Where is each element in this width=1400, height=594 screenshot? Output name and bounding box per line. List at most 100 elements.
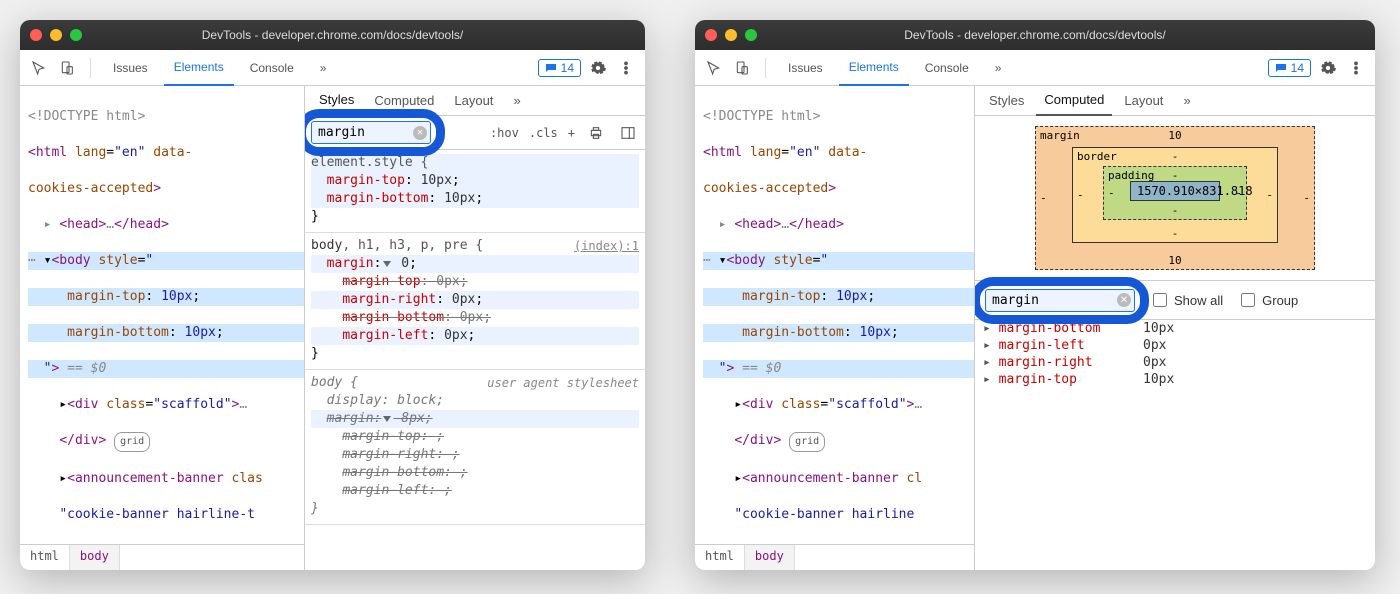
- devtools-window-styles: DevTools - developer.chrome.com/docs/dev…: [20, 20, 645, 570]
- dom-tree[interactable]: <!DOCTYPE html> <html lang="en" data- co…: [20, 86, 304, 544]
- issues-badge[interactable]: 14: [538, 59, 581, 77]
- breadcrumb-item[interactable]: html: [20, 545, 70, 570]
- kebab-icon[interactable]: [615, 57, 637, 79]
- label-padding: padding: [1108, 169, 1154, 182]
- dom-line[interactable]: ▸ <head>…</head>: [28, 216, 304, 234]
- subtab-styles[interactable]: Styles: [311, 86, 362, 116]
- tab-more[interactable]: »: [985, 50, 1012, 86]
- grid-badge[interactable]: grid: [789, 432, 825, 452]
- subtab-computed[interactable]: Computed: [366, 86, 442, 116]
- cls-toggle[interactable]: .cls: [529, 126, 558, 140]
- dom-line[interactable]: "cookie-banner hairline-t: [28, 506, 304, 524]
- rule-element-style[interactable]: element.style { margin-top: 10px; margin…: [305, 150, 645, 233]
- computed-row[interactable]: margin-top10px: [975, 371, 1375, 388]
- box-padding[interactable]: padding - - - - 1570.910×831.818: [1103, 166, 1247, 220]
- dom-line[interactable]: <html lang="en" data-: [28, 144, 304, 162]
- dom-line[interactable]: margin-bottom: 10px;: [28, 324, 304, 342]
- titlebar: DevTools - developer.chrome.com/docs/dev…: [695, 20, 1375, 50]
- dom-line[interactable]: "cookie-banner hairline: [703, 506, 974, 524]
- dom-line[interactable]: "> == $0: [703, 360, 974, 378]
- issues-badge[interactable]: 14: [1268, 59, 1311, 77]
- margin-bottom-value: 10: [1168, 254, 1181, 267]
- settings-icon[interactable]: [1317, 57, 1339, 79]
- dom-line[interactable]: margin-bottom: 10px;: [703, 324, 974, 342]
- prop-value: 0px: [1143, 355, 1166, 370]
- settings-icon[interactable]: [587, 57, 609, 79]
- dom-line[interactable]: ▸<announcement-banner cl: [703, 470, 974, 488]
- show-all-label: Show all: [1174, 293, 1223, 308]
- inspect-icon[interactable]: [703, 57, 725, 79]
- tab-issues[interactable]: Issues: [778, 50, 833, 86]
- breadcrumb-item[interactable]: body: [745, 545, 795, 570]
- tab-issues[interactable]: Issues: [103, 50, 158, 86]
- dom-line[interactable]: <!DOCTYPE html>: [28, 108, 304, 126]
- dom-line[interactable]: margin-top: 10px;: [28, 288, 304, 306]
- dom-line-selected[interactable]: ⋯ ▾<body style=": [28, 252, 304, 270]
- subtab-more[interactable]: »: [1175, 86, 1198, 116]
- chevron-down-icon[interactable]: [383, 261, 391, 267]
- computed-row[interactable]: margin-left0px: [975, 337, 1375, 354]
- group-label: Group: [1262, 293, 1298, 308]
- dom-line[interactable]: margin-top: 10px;: [703, 288, 974, 306]
- inspect-icon[interactable]: [28, 57, 50, 79]
- device-icon[interactable]: [731, 57, 753, 79]
- filter-input[interactable]: [985, 289, 1135, 312]
- hov-toggle[interactable]: :hov: [490, 126, 519, 140]
- box-border[interactable]: border - - - - padding - - - - 1570.910×…: [1072, 147, 1278, 243]
- dom-tree-pane: <!DOCTYPE html> <html lang="en" data- co…: [20, 86, 305, 570]
- dom-line[interactable]: ▸ <head>…</head>: [703, 216, 974, 234]
- tab-elements[interactable]: Elements: [164, 50, 234, 86]
- tab-console[interactable]: Console: [240, 50, 304, 86]
- computed-row[interactable]: margin-right0px: [975, 354, 1375, 371]
- dom-line[interactable]: cookies-accepted>: [28, 180, 304, 198]
- dom-line[interactable]: <html lang="en" data-: [703, 144, 974, 162]
- rule-ua-body[interactable]: user agent stylesheet body { display: bl…: [305, 370, 645, 525]
- selector-text: element.style {: [311, 154, 639, 172]
- dom-line[interactable]: ▸<div class="scaffold">…: [28, 396, 304, 414]
- dom-line[interactable]: "> == $0: [28, 360, 304, 378]
- dom-line-selected[interactable]: ⋯ ▾<body style=": [703, 252, 974, 270]
- styles-rules[interactable]: element.style { margin-top: 10px; margin…: [305, 150, 645, 570]
- show-all-checkbox[interactable]: Show all: [1149, 290, 1223, 310]
- sidebar-toggle-icon[interactable]: [617, 122, 639, 144]
- subtab-layout[interactable]: Layout: [1116, 86, 1171, 116]
- computed-row[interactable]: margin-bottom10px: [975, 320, 1375, 337]
- dom-line[interactable]: </div> grid: [703, 432, 974, 452]
- dom-line[interactable]: </div> grid: [28, 432, 304, 452]
- tab-console[interactable]: Console: [915, 50, 979, 86]
- breadcrumb[interactable]: html body: [695, 544, 974, 570]
- subtab-more[interactable]: »: [505, 86, 528, 116]
- kebab-icon[interactable]: [1345, 57, 1367, 79]
- box-content[interactable]: 1570.910×831.818: [1130, 181, 1220, 201]
- dom-line[interactable]: ▸<div class="scaffold">…: [703, 396, 974, 414]
- tab-elements[interactable]: Elements: [839, 50, 909, 86]
- computed-properties[interactable]: margin-bottom10px margin-left0px margin-…: [975, 320, 1375, 570]
- dom-line[interactable]: <!DOCTYPE html>: [703, 108, 974, 126]
- rule-source-link[interactable]: (index):1: [574, 237, 639, 255]
- subtab-styles[interactable]: Styles: [981, 86, 1032, 116]
- chevron-down-icon[interactable]: [383, 416, 391, 422]
- tab-more[interactable]: »: [310, 50, 337, 86]
- dom-line[interactable]: ▸<announcement-banner clas: [28, 470, 304, 488]
- dom-tree[interactable]: <!DOCTYPE html> <html lang="en" data- co…: [695, 86, 974, 544]
- dom-line[interactable]: cookies-accepted>: [703, 180, 974, 198]
- rule-body[interactable]: (index):1 body, h1, h3, p, pre { margin:…: [305, 233, 645, 370]
- subtab-computed[interactable]: Computed: [1036, 86, 1112, 116]
- grid-badge[interactable]: grid: [114, 432, 150, 452]
- prop-value: 10px: [1143, 372, 1174, 387]
- issues-count: 14: [561, 61, 574, 75]
- breadcrumb-item[interactable]: body: [70, 545, 120, 570]
- breadcrumb-item[interactable]: html: [695, 545, 745, 570]
- clear-filter-icon[interactable]: ✕: [1117, 293, 1131, 307]
- print-icon[interactable]: [585, 122, 607, 144]
- new-rule-button[interactable]: +: [568, 126, 575, 140]
- box-model[interactable]: margin 10 10 - - border - - - - padding …: [975, 116, 1375, 280]
- padding-left: -: [1108, 187, 1115, 200]
- clear-filter-icon[interactable]: ✕: [413, 126, 427, 140]
- box-margin[interactable]: margin 10 10 - - border - - - - padding …: [1035, 126, 1315, 270]
- breadcrumb[interactable]: html body: [20, 544, 304, 570]
- side-tabs: Styles Computed Layout »: [305, 86, 645, 116]
- device-icon[interactable]: [56, 57, 78, 79]
- group-checkbox[interactable]: Group: [1237, 290, 1298, 310]
- subtab-layout[interactable]: Layout: [446, 86, 501, 116]
